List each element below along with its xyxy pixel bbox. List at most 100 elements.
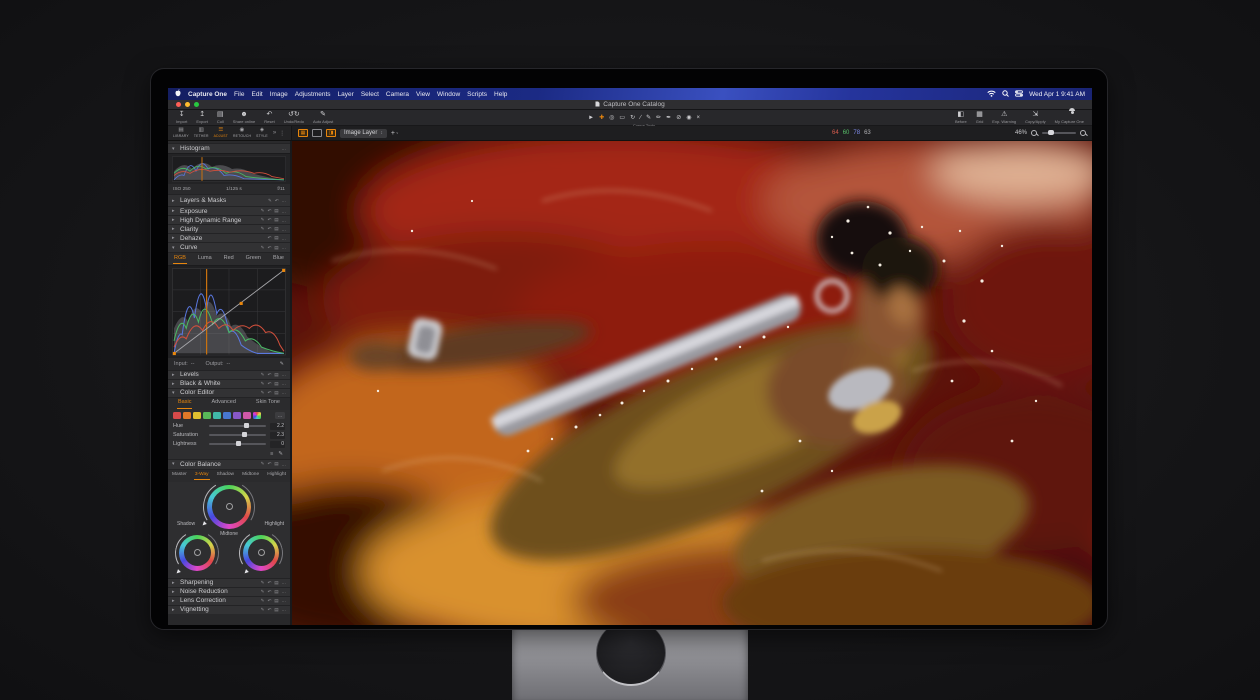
brush-icon[interactable]: ✎ [261, 589, 265, 595]
panel-lens-correction[interactable]: ▸ Lens Correction ✎ ↶ ▤ … [168, 596, 290, 605]
saturation-value[interactable]: 2.3 [270, 432, 285, 439]
auto-adjust-button[interactable]: ✎Auto Adjust [313, 111, 333, 124]
panel-vignetting[interactable]: ▸ Vignetting ✎ ↶ ▤ … [168, 605, 290, 614]
swatch-green[interactable] [203, 412, 211, 420]
ce-tab-basic[interactable]: Basic [177, 398, 192, 409]
swatch-orange[interactable] [183, 412, 191, 420]
tab-adjust[interactable]: ☰ADJUST [214, 128, 228, 138]
panel-layers-masks[interactable]: ▸ Layers & Masks ✎ ↶ … [168, 194, 290, 206]
saturation-slider[interactable] [209, 434, 266, 436]
control-center-icon[interactable] [1015, 90, 1023, 99]
swatch-yellow[interactable] [193, 412, 201, 420]
panel-noise-reduction[interactable]: ▸ Noise Reduction ✎ ↶ ▤ … [168, 587, 290, 596]
reset-button[interactable]: ↶Reset [264, 111, 274, 124]
preset-icon[interactable]: ▤ [274, 461, 278, 467]
brush-icon[interactable]: ✎ [261, 381, 265, 387]
panel-clarity[interactable]: ▸ Clarity ✎ ↶ ▤ … [168, 224, 290, 233]
more-icon[interactable]: … [282, 381, 287, 386]
zoom-out-icon[interactable] [1031, 130, 1038, 137]
saturation-slider-thumb[interactable] [242, 432, 247, 437]
grid-button[interactable]: ▦Grid [976, 111, 984, 124]
export-button[interactable]: ↥Export [196, 111, 208, 124]
panel-dehaze[interactable]: ▸ Dehaze ↶ ▤ … [168, 233, 290, 242]
swatch-aqua[interactable] [213, 412, 221, 420]
menu-scripts[interactable]: Scripts [467, 91, 487, 98]
menu-app-name[interactable]: Capture One [188, 91, 227, 98]
hue-value[interactable]: 2.2 [270, 423, 285, 430]
curve-tab-red[interactable]: Red [223, 254, 235, 265]
menu-image[interactable]: Image [270, 91, 288, 98]
tab-overflow[interactable]: »⋮ [273, 130, 285, 137]
more-icon[interactable]: … [282, 580, 287, 585]
tab-retouch[interactable]: ◉RETOUCH [233, 128, 251, 138]
reset-icon[interactable]: ↶ [267, 381, 271, 387]
more-icon[interactable]: … [282, 245, 287, 250]
menu-help[interactable]: Help [494, 91, 507, 98]
curve-tab-luma[interactable]: Luma [197, 254, 213, 265]
tab-style[interactable]: ◈STYLE [256, 128, 268, 138]
menubar-clock[interactable]: Wed Apr 1 9:41 AM [1029, 91, 1085, 98]
brush-icon[interactable]: ✎ [261, 390, 265, 396]
reset-icon[interactable]: ↶ [267, 235, 271, 241]
shadow-wheel[interactable] [179, 535, 215, 571]
more-icon[interactable]: … [282, 607, 287, 612]
more-icon[interactable]: … [282, 462, 287, 467]
ce-tab-advanced[interactable]: Advanced [210, 398, 236, 409]
reset-icon[interactable]: ↶ [267, 461, 271, 467]
more-icon[interactable]: … [282, 390, 287, 395]
lightness-slider[interactable] [209, 443, 266, 445]
multi-view-button[interactable]: ▦ [298, 129, 308, 137]
reset-icon[interactable]: ↶ [267, 580, 271, 586]
more-icon[interactable]: … [282, 598, 287, 603]
hue-slider[interactable] [209, 425, 266, 427]
preset-icon[interactable]: ▤ [274, 245, 278, 251]
preset-icon[interactable]: ▤ [274, 580, 278, 586]
preset-icon[interactable]: ▤ [274, 607, 278, 613]
curve-pen-icon[interactable]: ✎ [280, 361, 284, 367]
panel-color-editor-header[interactable]: ▾ Color Editor ✎ ↶ ▤ … [168, 388, 290, 397]
panel-curve-header[interactable]: ▾ Curve ✎ ↶ ▤ … [168, 242, 290, 252]
preset-icon[interactable]: ▤ [274, 372, 278, 378]
pick-color-icon[interactable]: ✎ [278, 451, 283, 457]
zoom-in-icon[interactable] [1080, 130, 1087, 137]
lightness-value[interactable]: 0 [270, 441, 285, 448]
more-icon[interactable]: … [282, 227, 287, 232]
curve-graph[interactable] [168, 265, 290, 358]
reset-icon[interactable]: ↶ [275, 198, 279, 204]
reset-icon[interactable]: ↶ [267, 598, 271, 604]
share-online-button[interactable]: ☻Share online [233, 111, 255, 124]
copy-apply-button[interactable]: ⇲Copy/Apply [1025, 111, 1045, 124]
brush-icon[interactable]: ✎ [261, 598, 265, 604]
brush-icon[interactable]: ✎ [261, 245, 265, 251]
swatch-red[interactable] [173, 412, 181, 420]
swatch-purple[interactable] [233, 412, 241, 420]
swatch-more-button[interactable]: … [275, 412, 285, 420]
menu-view[interactable]: View [416, 91, 430, 98]
add-layer-button[interactable]: +∨ [391, 130, 399, 137]
brush-icon[interactable]: ✎ [261, 372, 265, 378]
brush-icon[interactable]: ✎ [268, 198, 272, 204]
exposure-warning-button[interactable]: ⚠Exp. Warning [992, 111, 1016, 124]
panel-black-white[interactable]: ▸ Black & White ✎ ↶ ▤ … [168, 379, 290, 388]
brush-icon[interactable]: ✎ [261, 217, 265, 223]
cb-tab-shadow[interactable]: Shadow [216, 471, 235, 481]
brush-icon[interactable]: ✎ [261, 607, 265, 613]
menu-camera[interactable]: Camera [386, 91, 409, 98]
brush-icon[interactable]: ✎ [261, 461, 265, 467]
reset-icon[interactable]: ↶ [267, 607, 271, 613]
reset-icon[interactable]: ↶ [267, 226, 271, 232]
ce-tab-skin-tone[interactable]: Skin Tone [255, 398, 281, 409]
preset-icon[interactable]: ▤ [274, 217, 278, 223]
hue-slider-thumb[interactable] [244, 423, 249, 428]
undo-redo-button[interactable]: ↺↻Undo/Redo [284, 111, 304, 124]
menu-select[interactable]: Select [361, 91, 379, 98]
menu-edit[interactable]: Edit [252, 91, 263, 98]
curve-tab-green[interactable]: Green [245, 254, 262, 265]
curve-tab-rgb[interactable]: RGB [173, 254, 187, 265]
import-button[interactable]: ↧Import [176, 111, 187, 124]
menu-window[interactable]: Window [437, 91, 460, 98]
more-icon[interactable]: … [282, 146, 287, 151]
midtone-wheel[interactable] [207, 485, 251, 529]
split-view-button[interactable]: ◨ [326, 129, 336, 137]
menu-layer[interactable]: Layer [338, 91, 354, 98]
